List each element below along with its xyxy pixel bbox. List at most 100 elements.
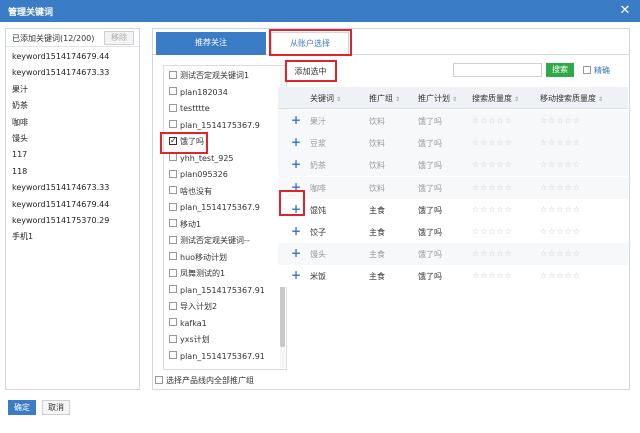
- cell-group: 主食: [369, 228, 385, 237]
- plan-checkbox[interactable]: [169, 268, 177, 277]
- cancel-button[interactable]: 取消: [42, 400, 70, 415]
- added-keyword-item[interactable]: 118: [6, 164, 139, 180]
- add-keyword-icon[interactable]: +: [289, 268, 303, 282]
- add-keyword-icon[interactable]: +: [289, 224, 303, 238]
- plan-item[interactable]: 测试否定观关键词1: [169, 69, 249, 83]
- plan-item[interactable]: 导入计划2: [169, 300, 217, 314]
- plan-item[interactable]: plan_1514175367.91: [169, 350, 265, 364]
- added-keyword-item[interactable]: 117: [6, 147, 139, 163]
- added-keyword-item[interactable]: 馒头: [6, 131, 139, 147]
- plan-checkbox[interactable]: [169, 235, 177, 244]
- plan-item[interactable]: plan_1514175367.9: [169, 201, 260, 215]
- plan-checkbox[interactable]: [169, 153, 177, 161]
- column-header-label: 推广计划: [418, 94, 450, 103]
- sort-icon[interactable]: ⇕: [598, 96, 603, 103]
- exact-match-option[interactable]: 精确: [583, 65, 610, 76]
- added-keyword-item[interactable]: keyword1514174679.44: [6, 197, 139, 213]
- plan-item[interactable]: testttte: [169, 102, 210, 116]
- sort-icon[interactable]: ⇕: [452, 96, 457, 103]
- column-header-label: 搜索质量度: [472, 94, 512, 103]
- add-keyword-icon[interactable]: +: [289, 113, 303, 127]
- plan-checkbox[interactable]: [169, 252, 177, 260]
- table-row: + 馒头 主食 饿了吗 ☆☆☆☆☆ ☆☆☆☆☆: [278, 243, 628, 266]
- plan-item[interactable]: 凤舞测试的1: [169, 267, 225, 281]
- plan-label: testttte: [180, 104, 210, 113]
- sort-icon[interactable]: ⇕: [514, 96, 519, 103]
- plan-item[interactable]: 移动1: [169, 218, 201, 232]
- plan-item[interactable]: kafka1: [169, 317, 207, 331]
- plan-label: 凤舞测试的1: [180, 269, 226, 278]
- added-keyword-item[interactable]: keyword1514174679.44: [6, 49, 139, 65]
- plan-item[interactable]: yxs计划: [169, 333, 210, 347]
- highlight-tab-from-account: [269, 29, 352, 56]
- cell-keyword: 豆浆: [310, 139, 326, 149]
- add-keyword-icon[interactable]: +: [289, 157, 303, 171]
- cell-keyword: 奶茶: [310, 161, 326, 171]
- added-keyword-item[interactable]: keyword1514175370.29: [6, 213, 139, 229]
- added-keyword-item[interactable]: 果汁: [6, 82, 139, 98]
- added-keyword-item[interactable]: 咖啡: [6, 115, 139, 131]
- exact-match-checkbox[interactable]: [583, 65, 591, 74]
- plan-checkbox[interactable]: [169, 186, 177, 194]
- plan-item[interactable]: huo移动计划: [169, 251, 227, 265]
- plan-label: yhh_test_925: [180, 153, 234, 163]
- cell-plan: 饿了吗: [418, 205, 442, 215]
- search-input[interactable]: [453, 63, 542, 77]
- plan-checkbox[interactable]: [169, 87, 177, 95]
- plan-item[interactable]: plan_1514175367.91: [169, 284, 265, 298]
- column-header-label: 关键词: [310, 94, 334, 103]
- table-row: + 米饭 主食 饿了吗 ☆☆☆☆☆ ☆☆☆☆☆: [278, 265, 628, 288]
- select-all-groups-option[interactable]: 选择产品线内全部推广组: [155, 375, 254, 386]
- confirm-button[interactable]: 确定: [8, 400, 36, 415]
- plan-item[interactable]: plan182034: [169, 86, 228, 100]
- remove-button[interactable]: 移除: [104, 31, 134, 45]
- search-button[interactable]: 搜索: [546, 63, 574, 77]
- column-header[interactable]: 移动搜索质量度 ⇕: [540, 93, 603, 104]
- sort-icon[interactable]: ⇕: [395, 96, 400, 103]
- keyword-selection-panel: 推荐关注 从账户选择 测试否定观关键词1 plan182034 testttte pl…: [152, 28, 630, 390]
- plan-checkbox[interactable]: [169, 103, 177, 112]
- plan-checkbox[interactable]: [169, 219, 177, 227]
- search-quality-stars: ☆☆☆☆☆: [472, 204, 513, 214]
- column-header[interactable]: 搜索质量度 ⇕: [472, 93, 519, 104]
- added-keyword-item[interactable]: keyword1514174673.33: [6, 65, 139, 81]
- plan-item[interactable]: plan095326: [169, 168, 228, 182]
- plan-checkbox[interactable]: [169, 202, 177, 211]
- exact-match-label: 精确: [594, 66, 610, 75]
- column-header[interactable]: 推广组 ⇕: [369, 93, 400, 104]
- select-all-groups-checkbox[interactable]: [155, 375, 163, 384]
- table-row: + 饺子 主食 饿了吗 ☆☆☆☆☆ ☆☆☆☆☆: [278, 221, 628, 243]
- cell-plan: 饿了吗: [418, 183, 442, 193]
- plan-item[interactable]: 测试否定观关键词--: [169, 234, 250, 248]
- added-keyword-item[interactable]: keyword1514174673.33: [6, 180, 139, 196]
- plan-checkbox[interactable]: [169, 70, 177, 79]
- mobile-quality-stars: ☆☆☆☆☆: [540, 182, 581, 192]
- column-header[interactable]: 推广计划 ⇕: [418, 93, 457, 104]
- cell-keyword: 馒头: [310, 250, 326, 260]
- added-keyword-item[interactable]: 手机1: [6, 229, 139, 245]
- search-quality-stars: ☆☆☆☆☆: [472, 227, 513, 236]
- plan-label: 移动1: [180, 219, 202, 229]
- cell-group: 饮料: [369, 117, 385, 126]
- plan-checkbox[interactable]: [169, 318, 177, 326]
- plan-list[interactable]: 测试否定观关键词1 plan182034 testttte plan_15141753…: [163, 65, 287, 370]
- column-header[interactable]: 关键词 ⇕: [310, 93, 341, 104]
- plan-checkbox[interactable]: [169, 301, 177, 310]
- plan-item[interactable]: 啥也没有: [169, 185, 212, 199]
- close-icon[interactable]: ✕: [616, 2, 634, 20]
- plan-item[interactable]: plan_1514175367.9: [169, 119, 260, 133]
- plan-checkbox[interactable]: [169, 169, 177, 178]
- added-keyword-item[interactable]: 奶茶: [6, 98, 139, 114]
- plan-label: plan_1514175367.91: [180, 351, 265, 361]
- table-row: + 果汁 饮料 饿了吗 ☆☆☆☆☆ ☆☆☆☆☆: [278, 110, 628, 132]
- add-keyword-icon[interactable]: +: [289, 246, 303, 260]
- tab-recommended[interactable]: 推荐关注: [156, 32, 266, 55]
- mobile-quality-stars: ☆☆☆☆☆: [540, 204, 581, 214]
- add-keyword-icon[interactable]: +: [289, 135, 303, 149]
- plan-checkbox[interactable]: [169, 334, 177, 343]
- plan-checkbox[interactable]: [169, 285, 177, 293]
- plan-checkbox[interactable]: [169, 351, 177, 359]
- sort-icon[interactable]: ⇕: [336, 96, 341, 103]
- cell-keyword: 果汁: [310, 117, 326, 126]
- plan-checkbox[interactable]: [169, 120, 177, 128]
